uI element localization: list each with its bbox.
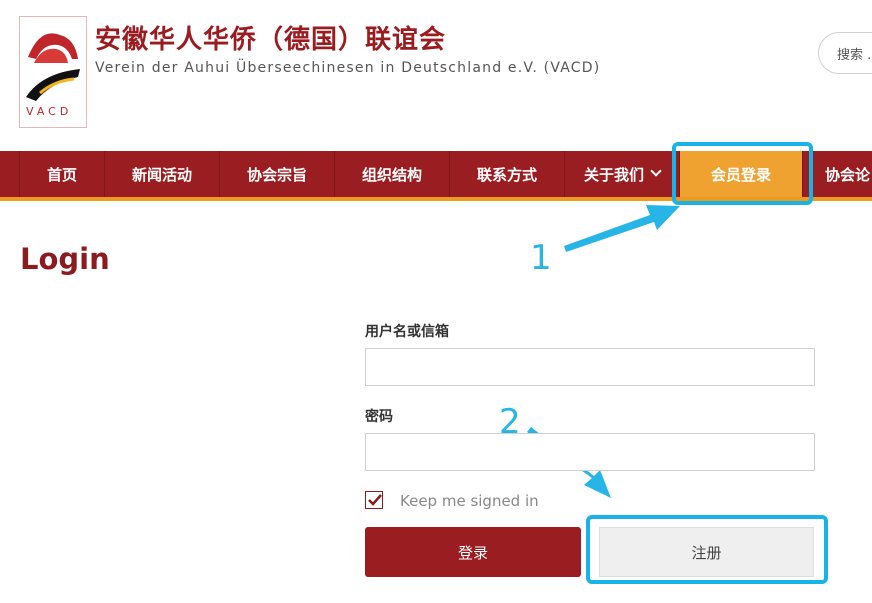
password-label: 密码: [365, 409, 393, 425]
username-field[interactable]: [365, 348, 815, 386]
password-field[interactable]: [365, 433, 815, 471]
remember-checkbox[interactable]: [365, 491, 383, 509]
register-button[interactable]: 注册: [599, 527, 814, 577]
page-title: Login: [20, 242, 110, 276]
checkmark-icon: [368, 494, 382, 506]
username-label: 用户名或信箱: [365, 324, 449, 340]
login-button[interactable]: 登录: [365, 527, 581, 577]
remember-label[interactable]: Keep me signed in: [400, 492, 539, 510]
annotation-step-1: 1: [530, 238, 552, 278]
arrow-icon-1: [564, 205, 680, 252]
annotation-arrows: [527, 205, 680, 498]
